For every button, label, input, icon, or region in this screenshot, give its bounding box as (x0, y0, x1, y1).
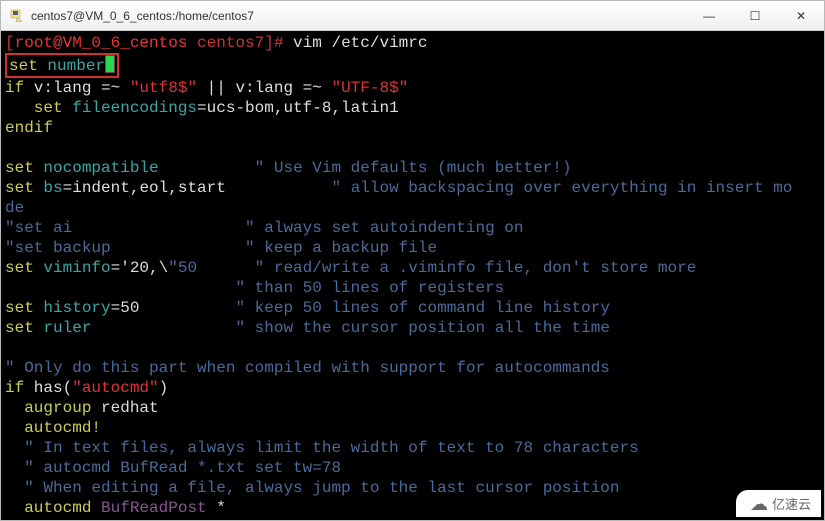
vim-line-13: " Only do this part when compiled with s… (5, 358, 820, 378)
vim-line-1: set number (5, 53, 820, 78)
vim-line-4: endif (5, 118, 820, 138)
cursor-icon (105, 55, 115, 73)
close-button[interactable]: ✕ (778, 1, 824, 31)
watermark: ☁ 亿速云 (736, 490, 821, 517)
vim-line-17: " In text files, always limit the width … (5, 438, 820, 458)
vim-line-19: " When editing a file, always jump to th… (5, 478, 820, 498)
app-window: centos7@VM_0_6_centos:/home/centos7 — ☐ … (0, 0, 825, 521)
prompt-bracket-open: [ (5, 34, 15, 52)
vim-line-12: set ruler " show the cursor position all… (5, 318, 820, 338)
vim-line-14: if has("autocmd") (5, 378, 820, 398)
vim-line-6: set bs=indent,eol,start " allow backspac… (5, 178, 820, 198)
titlebar[interactable]: centos7@VM_0_6_centos:/home/centos7 — ☐ … (1, 1, 824, 31)
putty-icon (9, 8, 25, 24)
prompt-line: [root@VM_0_6_centos centos7]# vim /etc/v… (5, 33, 820, 53)
prompt-bracket-close: ]# (264, 34, 283, 52)
terminal[interactable]: [root@VM_0_6_centos centos7]# vim /etc/v… (1, 31, 824, 520)
prompt-user: root@VM_0_6_centos (15, 34, 188, 52)
vim-line-16: autocmd! (5, 418, 820, 438)
vim-line-6b: de (5, 198, 820, 218)
vim-line-11: set history=50 " keep 50 lines of comman… (5, 298, 820, 318)
vim-line-5: set nocompatible " Use Vim defaults (muc… (5, 158, 820, 178)
watermark-text: 亿速云 (772, 494, 811, 513)
cloud-icon: ☁ (750, 495, 768, 513)
vim-line-7: "set ai " always set autoindenting on (5, 218, 820, 238)
window-title: centos7@VM_0_6_centos:/home/centos7 (31, 9, 686, 23)
vim-line-8: "set backup " keep a backup file (5, 238, 820, 258)
vim-line-20: autocmd BufReadPost * (5, 498, 820, 518)
minimize-button[interactable]: — (686, 1, 732, 31)
vim-line-blank-2 (5, 338, 820, 358)
maximize-button[interactable]: ☐ (732, 1, 778, 31)
window-controls: — ☐ ✕ (686, 1, 824, 31)
prompt-path: centos7 (187, 34, 264, 52)
command-text: vim /etc/vimrc (283, 34, 427, 52)
highlight-selection: set number (5, 53, 119, 78)
vim-line-9: set viminfo='20,\"50 " read/write a .vim… (5, 258, 820, 278)
vim-line-blank-1 (5, 138, 820, 158)
vim-line-10: " than 50 lines of registers (5, 278, 820, 298)
vim-line-15: augroup redhat (5, 398, 820, 418)
vim-line-3: set fileencodings=ucs-bom,utf-8,latin1 (5, 98, 820, 118)
vim-line-2: if v:lang =~ "utf8$" || v:lang =~ "UTF-8… (5, 78, 820, 98)
vim-line-18: " autocmd BufRead *.txt set tw=78 (5, 458, 820, 478)
